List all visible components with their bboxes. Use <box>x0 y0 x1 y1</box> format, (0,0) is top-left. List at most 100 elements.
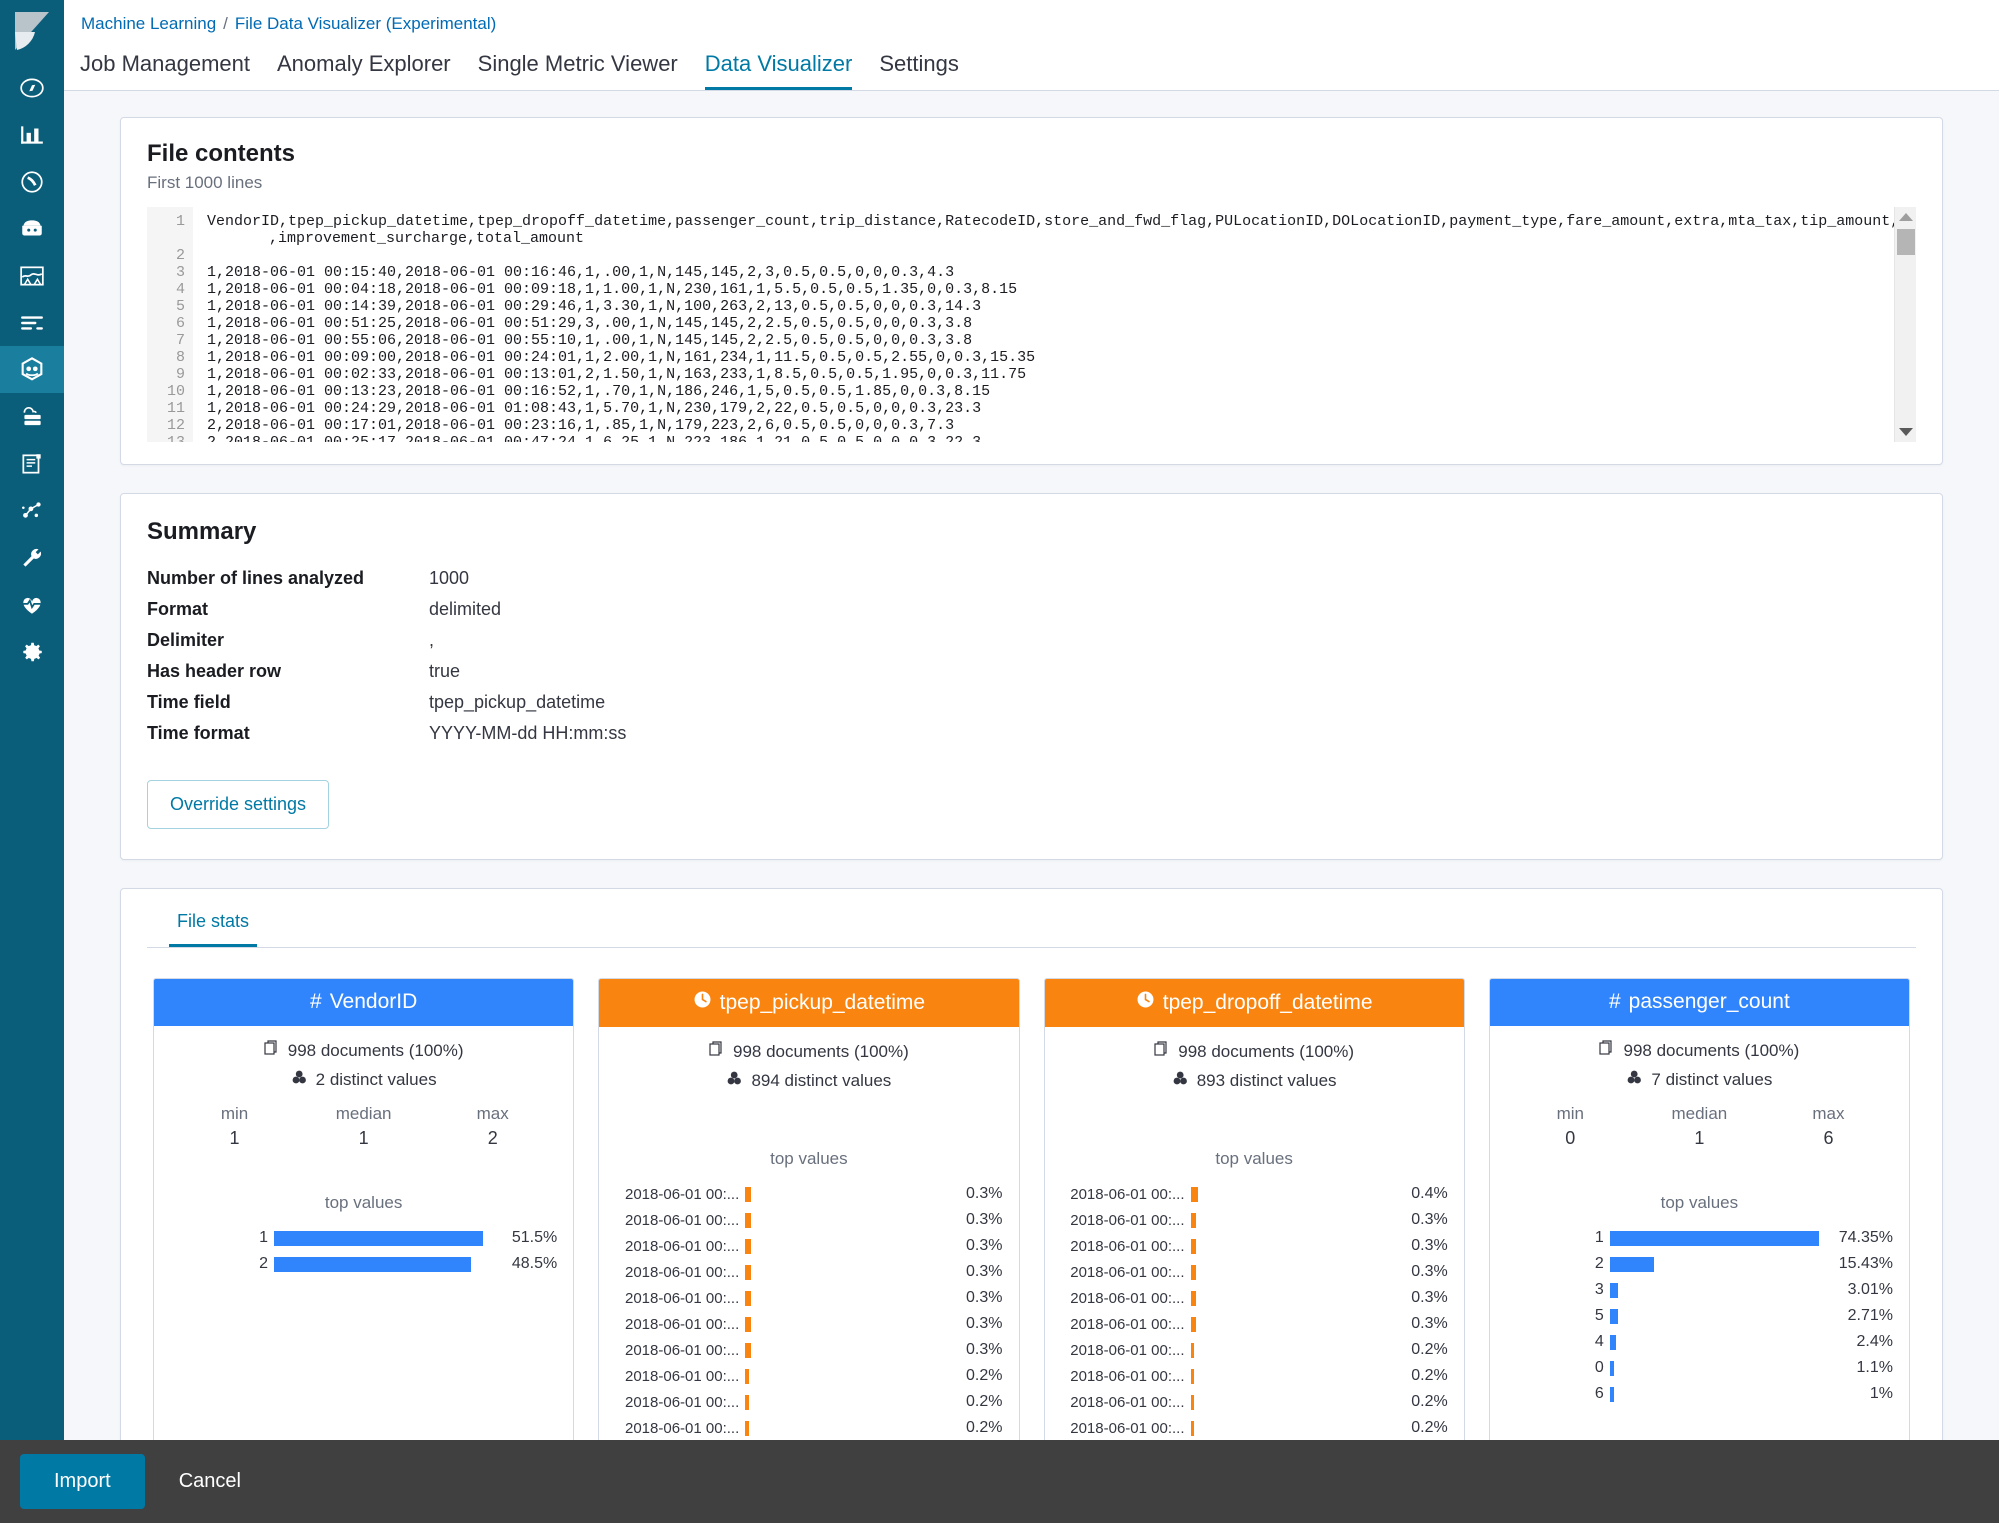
tab-settings[interactable]: Settings <box>879 53 959 90</box>
top-value-bar-track <box>745 1368 928 1384</box>
line-number-gutter: 12345678910111213 <box>147 207 193 442</box>
sidebar-item-apm[interactable] <box>0 440 64 487</box>
summary-row-value: 1000 <box>429 568 470 588</box>
field-name: tpep_dropoff_datetime <box>1162 990 1373 1014</box>
breadcrumb-current[interactable]: File Data Visualizer (Experimental) <box>235 14 496 34</box>
top-value-key: 3 <box>1594 1281 1604 1298</box>
top-value-percent: 0.3% <box>1411 1315 1448 1332</box>
top-value-percent: 51.5% <box>511 1229 558 1246</box>
tab-job-management[interactable]: Job Management <box>80 53 250 90</box>
distinct-values-icon <box>1172 1070 1189 1091</box>
field-card-body: 998 documents (100%) 7 distinct values min… <box>1490 1026 1909 1419</box>
scrollbar-thumb[interactable] <box>1897 229 1915 255</box>
sidebar-item-discover[interactable] <box>0 64 64 111</box>
sidebar-item-graph[interactable] <box>0 487 64 534</box>
summary-row: Delimiter, <box>147 630 1916 661</box>
min-value: 0 <box>1565 1128 1576 1148</box>
top-value-bar-track <box>1609 1360 1819 1376</box>
tab-single-metric-viewer[interactable]: Single Metric Viewer <box>478 53 678 90</box>
top-value-bar <box>1190 1238 1196 1254</box>
import-button[interactable]: Import <box>20 1454 145 1509</box>
top-value-bar-track <box>745 1186 928 1202</box>
top-value-key: 2018-06-01 00:... <box>1070 1237 1185 1255</box>
sidebar-item-machine-learning[interactable] <box>0 346 64 393</box>
sidebar-item-infrastructure[interactable] <box>0 393 64 440</box>
tab-data-visualizer[interactable]: Data Visualizer <box>704 53 853 90</box>
document-count-text: 998 documents (100%) <box>1623 1040 1800 1060</box>
sidebar-item-management[interactable] <box>0 628 64 675</box>
summary-row-label: Has header row <box>147 661 282 681</box>
scroll-up-arrow-icon[interactable] <box>1898 213 1913 221</box>
top-value-bar-track <box>745 1420 928 1436</box>
top-value-bar <box>1190 1394 1195 1410</box>
top-value-bar-track <box>745 1238 928 1254</box>
breadcrumb-root[interactable]: Machine Learning <box>81 14 216 34</box>
kibana-logo[interactable] <box>0 0 64 64</box>
top-value-bar-track <box>274 1256 483 1272</box>
sidebar-item-uptime[interactable] <box>0 581 64 628</box>
top-value-bar-track <box>1190 1394 1374 1410</box>
top-value-bar <box>745 1368 749 1384</box>
sidebar-item-maps[interactable] <box>0 252 64 299</box>
code-line: 2,2018-06-01 00:25:17,2018-06-01 00:47:2… <box>207 434 1894 442</box>
override-settings-button[interactable]: Override settings <box>147 780 330 829</box>
summary-panel: Summary Number of lines analyzed 1000 Form… <box>120 493 1943 860</box>
documents-icon <box>264 1040 280 1061</box>
top-value-key: 2 <box>1594 1255 1604 1272</box>
sidebar-item-canvas[interactable] <box>0 205 64 252</box>
field-card: # VendorID 998 documents (100%) 2 distinct … <box>153 978 575 1462</box>
sidebar-item-dev-tools[interactable] <box>0 534 64 581</box>
code-line: 1,2018-06-01 00:51:25,2018-06-01 00:51:2… <box>207 315 973 332</box>
file-contents-scrollbar[interactable] <box>1894 207 1916 442</box>
maps-icon <box>19 263 45 289</box>
sidebar-item-visualize[interactable] <box>0 111 64 158</box>
top-value-percent: 15.43% <box>1838 1255 1893 1272</box>
cancel-button[interactable]: Cancel <box>169 1454 251 1509</box>
top-value-bar <box>745 1420 749 1436</box>
code-line: ,improvement_surcharge,total_amount <box>269 230 585 247</box>
min-label: min <box>1556 1104 1584 1123</box>
top-value-percent: 0.3% <box>1411 1263 1448 1280</box>
top-value-percent: 2.4% <box>1856 1333 1893 1350</box>
tab-file-stats[interactable]: File stats <box>169 911 258 947</box>
file-contents-viewer[interactable]: 12345678910111213 VendorID,tpep_pickup_d… <box>147 207 1916 442</box>
distinct-values-text: 2 distinct values <box>315 1069 437 1089</box>
heartbeat-icon <box>19 592 45 618</box>
top-value-key: 0 <box>1594 1359 1604 1376</box>
documents-icon <box>709 1041 725 1062</box>
top-value-bar-track <box>745 1290 928 1306</box>
max-value: 6 <box>1823 1128 1834 1148</box>
top-value-row: 2018-06-01 00:... 0.3% <box>1061 1259 1448 1285</box>
file-contents-code[interactable]: VendorID,tpep_pickup_datetime,tpep_dropo… <box>193 207 1894 442</box>
max-stat: max 2 <box>428 1104 557 1149</box>
top-value-key: 2018-06-01 00:... <box>624 1341 740 1359</box>
top-value-percent: 74.35% <box>1838 1229 1893 1246</box>
top-value-row: 2018-06-01 00:... 0.2% <box>1061 1389 1448 1415</box>
summary-row-label: Number of lines analyzed <box>147 568 365 588</box>
breadcrumb: Machine Learning / File Data Visualizer … <box>78 10 1999 34</box>
line-number: 7 <box>175 332 185 349</box>
code-line: 2,2018-06-01 00:17:01,2018-06-01 00:23:1… <box>207 417 955 434</box>
top-value-bar <box>745 1394 749 1410</box>
top-value-bar <box>1609 1230 1819 1246</box>
sidebar-item-logs[interactable] <box>0 299 64 346</box>
top-value-key: 2018-06-01 00:... <box>1070 1419 1185 1437</box>
top-value-row: 2018-06-01 00:... 0.4% <box>1061 1181 1448 1207</box>
top-value-bar-track <box>1609 1230 1819 1246</box>
min-label: min <box>220 1104 249 1123</box>
code-line: 1,2018-06-01 00:24:29,2018-06-01 01:08:4… <box>207 400 982 417</box>
line-number: 8 <box>175 349 185 366</box>
distinct-values-icon <box>291 1069 308 1090</box>
top-value-bar-track <box>1609 1282 1819 1298</box>
top-value-key: 2018-06-01 00:... <box>624 1367 740 1385</box>
distinct-values-icon <box>726 1070 743 1091</box>
line-number: 5 <box>175 298 185 315</box>
scroll-down-arrow-icon[interactable] <box>1898 428 1913 436</box>
tab-anomaly-explorer[interactable]: Anomaly Explorer <box>277 53 451 90</box>
top-value-percent: 0.3% <box>1411 1289 1448 1306</box>
field-card-body: 998 documents (100%) 894 distinct values t… <box>599 1027 1018 1453</box>
summary-row-value: , <box>429 630 435 650</box>
summary-row-value: true <box>429 661 461 681</box>
sidebar-item-dashboard[interactable] <box>0 158 64 205</box>
top-value-row: 2018-06-01 00:... 0.3% <box>615 1337 1003 1363</box>
